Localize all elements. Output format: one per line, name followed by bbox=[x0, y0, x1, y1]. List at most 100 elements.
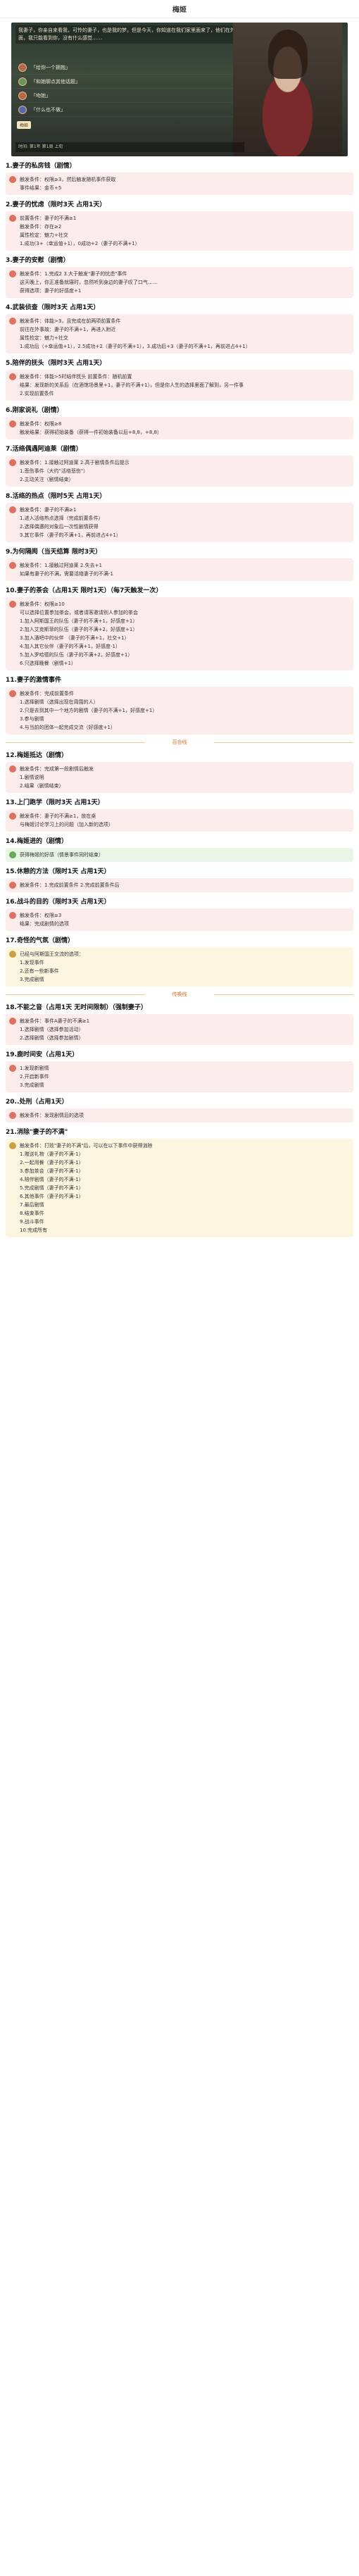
page: 梅姬 我妻子，你亲自来看我，可怜的妻子，也是我的梦。但是今天，你知道在我们家里面… bbox=[0, 0, 359, 2576]
section-heading: 10.妻子的茶会（占用1天 限时1天）（每7天触发一次） bbox=[6, 587, 163, 594]
section-heading: 21.消除"妻子的不满" bbox=[6, 1129, 68, 1136]
portrait-hair bbox=[268, 30, 308, 79]
bullet-icon bbox=[9, 1112, 16, 1119]
info-line: 结果：完成剧情的选项 bbox=[20, 921, 69, 927]
character-portrait bbox=[233, 23, 342, 156]
section-heading: 7.活络偶遇阿迪莱（剧情） bbox=[6, 446, 82, 453]
info-line: 6.其他事件（妻子的不满-1） bbox=[20, 1194, 84, 1199]
info-line: 触发条件：妻子的不满≥1，放在桌 bbox=[20, 813, 96, 819]
info-line: 触发结果：获得初始装备（获得一件初始装备以后+8,8，+8,8） bbox=[20, 430, 162, 435]
section-heading: 17.奇怪的气氛（剧情） bbox=[6, 937, 74, 944]
page-title: 梅姬 bbox=[0, 0, 359, 18]
info-line: 2.实现前置条件 bbox=[20, 391, 54, 396]
info-line: 触发条件：权限≥3，然后触发随机事件获取 bbox=[20, 177, 116, 182]
info-line: 属性检定：魅力+社交 bbox=[20, 232, 68, 238]
dialog-option[interactable]: 「吻她」 bbox=[15, 89, 244, 103]
section-group-2: 12.梅姬抵达（剧情） 触发条件：完成第一段剧情后触发 1.剧情说明 2.结果（剧情结… bbox=[0, 750, 359, 987]
info-line: 触发条件：1.接触过阿迪莱 2.失去+1 bbox=[20, 563, 102, 568]
info-box: 触发条件：1.完成前置条件 2.完成前置条件后 bbox=[6, 878, 353, 892]
info-line: 2.选择剧情（选择参加剧情） bbox=[20, 1035, 84, 1041]
section-group-3: 18.不能之音（占用1天 无时间限制）（强制妻子） 触发条件：事件A妻子的不满≥1… bbox=[0, 1002, 359, 1237]
option-icon bbox=[18, 91, 27, 100]
info-line: 3.参加茶会（妻子的不满-1） bbox=[20, 1168, 84, 1174]
bullet-icon bbox=[9, 851, 16, 858]
option-label: 「和她聊点其他话题」 bbox=[31, 78, 80, 85]
bullet-icon bbox=[9, 373, 16, 380]
info-line: 3.完成剧情 bbox=[20, 1082, 44, 1088]
info-line: 触发条件：事件A妻子的不满≥1 bbox=[20, 1018, 90, 1024]
option-label: 「给你一个拥抱」 bbox=[31, 64, 70, 70]
info-line: 前置条件：妻子的不满≥1 bbox=[20, 215, 77, 221]
info-box: 触发条件：权限≥3 结果：完成剧情的选项 bbox=[6, 908, 353, 931]
info-box: 触发条件：完成前置条件 1.选择剧情（选择出现在周围的人） 2.只是去到其中一个地方… bbox=[6, 687, 353, 734]
info-line: 7.最后剧情 bbox=[20, 1202, 44, 1208]
dialog-option[interactable]: 「和她聊点其他话题」 bbox=[15, 75, 244, 89]
info-line: 10.完成所有 bbox=[20, 1227, 48, 1233]
info-line: 与梅姬讨论学习上的问题（加入新的选项） bbox=[20, 822, 113, 827]
info-line: 2.只是去到其中一个地方的剧情（妻子的不满+1，好感度+1） bbox=[20, 708, 158, 713]
bullet-icon bbox=[9, 215, 16, 222]
info-line: 1.加入阿斯国王的队伍（妻子的不满+1，好感度+1） bbox=[20, 618, 138, 624]
info-line: 6.只选择晚餐（剧情+1） bbox=[20, 661, 76, 666]
route-divider: 百合线 bbox=[6, 739, 353, 746]
section-heading: 18.不能之音（占用1天 无时间限制）（强制妻子） bbox=[6, 1004, 147, 1011]
info-line: 获得梅姬的好感（情景事件同时结束） bbox=[20, 852, 103, 858]
game-screenshot: 我妻子，你亲自来看我，可怜的妻子，也是我的梦。但是今天，你知道在我们家里面来了，… bbox=[11, 23, 348, 156]
info-line: 1.悲伤事件（大约"活络悲伤"） bbox=[20, 468, 89, 474]
info-line: 触发条件：妻子的不满≥1 bbox=[20, 507, 77, 513]
option-icon bbox=[18, 105, 27, 114]
section-heading: 5.陪伴的抚头（限时3天 占用1天） bbox=[6, 360, 106, 367]
option-label: 「什么也不做」 bbox=[31, 106, 65, 113]
status-bar: 时间: 第1年 第1周 上旬 bbox=[15, 142, 244, 152]
info-line: 触发条件：1.完成前置条件 2.完成前置条件后 bbox=[20, 882, 120, 888]
bullet-icon bbox=[9, 912, 16, 919]
info-line: 触发条件：体能>3，且完成在前两项前置条件 bbox=[20, 318, 121, 324]
info-line: 5.加入罗哈德的队伍（妻子的不满+2，好感度+1） bbox=[20, 652, 133, 658]
bullet-icon bbox=[9, 1142, 16, 1149]
section-heading: 16.战斗的目的（限时3天 占用1天） bbox=[6, 899, 111, 906]
info-line: 1.选择剧情（选择出现在周围的人） bbox=[20, 699, 99, 705]
bullet-icon bbox=[9, 270, 16, 277]
info-line: 5.完成剧情（妻子的不满-1） bbox=[20, 1185, 84, 1191]
bullet-icon bbox=[9, 420, 16, 427]
section-heading: 9.为何隔阂（当天结算 限时3天） bbox=[6, 549, 102, 556]
info-box: 触发条件：打败"妻子的不满"后，可以在以下事件中获得消除 1.赠送礼物（妻子的不满… bbox=[6, 1139, 353, 1237]
info-line: 触发条件：权限≥8 bbox=[20, 421, 62, 427]
info-line: 可以选择位置参加茶会，或者请客邀请别人参加的茶会 bbox=[20, 610, 138, 615]
bullet-icon bbox=[9, 459, 16, 466]
info-line: 触发条件：权限≥3 bbox=[20, 913, 62, 918]
info-line: 4.陪伴剧情（妻子的不满-1） bbox=[20, 1177, 84, 1182]
bullet-icon bbox=[9, 506, 16, 513]
info-box: 触发条件：权限≥8 触发结果：获得初始装备（获得一件初始装备以后+8,8，+8,8… bbox=[6, 417, 353, 439]
info-line: 9.战斗事件 bbox=[20, 1219, 44, 1225]
info-line: 2.主动关注（剧情结束） bbox=[20, 477, 74, 482]
dialog-option[interactable]: 「什么也不做」 bbox=[15, 103, 244, 117]
info-line: 3.参与剧情 bbox=[20, 716, 44, 722]
info-line: 2.加入艾克斯菲的队伍（妻子的不满+2，好感度+1） bbox=[20, 627, 138, 632]
speaker-tag: 梅姬 bbox=[17, 121, 32, 129]
info-box: 触发条件：权限≥3，然后触发随机事件获取 事件结果：金币+5 bbox=[6, 173, 353, 195]
info-line: 3.加入酒吧中的伙伴 （妻子的不满+1，社交+1） bbox=[20, 635, 130, 641]
section-heading: 2.妻子的忧虑（限时3天 占用1天） bbox=[6, 201, 106, 208]
section-heading: 13.上门跑学（限时3天 占用1天） bbox=[6, 799, 104, 806]
info-box: 触发条件：妻子的不满≥1 1.进入活络热点选择（完成前置条件） 2.选择偶遇的对象后… bbox=[6, 503, 353, 542]
dialog-text: 我妻子，你亲自来看我，可怜的妻子，也是我的梦。但是今天，你知道在我们家里面来了，… bbox=[15, 25, 244, 44]
info-line: 属性检定：魅力+社交 bbox=[20, 335, 68, 341]
info-line: 触发条件：打败"妻子的不满"后，可以在以下事件中获得消除 bbox=[20, 1143, 153, 1149]
info-box: 已经与阿斯国王交流的选项： 1.发现事件 2.还有一些新事件 3.完成剧情 bbox=[6, 947, 353, 987]
section-heading: 4.武装侦查（限时3天 占用1天） bbox=[6, 304, 100, 311]
bullet-icon bbox=[9, 1018, 16, 1025]
bullet-icon bbox=[9, 176, 16, 183]
info-box: 前置条件：妻子的不满≥1 触发条件：存在≥2 属性检定：魅力+社交 1.成功(3+（幸… bbox=[6, 211, 353, 251]
info-line: 触发条件：完成前置条件 bbox=[20, 691, 74, 696]
info-line: 2.结果（剧情结束） bbox=[20, 783, 64, 789]
info-line: 3.完成剧情 bbox=[20, 977, 44, 982]
section-heading: 11.妻子的激情事件 bbox=[6, 677, 61, 684]
section-heading: 8.活络的热点（限时5天 占用1天） bbox=[6, 493, 106, 500]
bullet-icon bbox=[9, 951, 16, 958]
info-box: 获得梅姬的好感（情景事件同时结束） bbox=[6, 848, 353, 862]
dialog-option[interactable]: 「给你一个拥抱」 bbox=[15, 61, 244, 75]
info-line: 这天晚上，你正准备就寝时，忽然听到身边的妻子叹了口气…… bbox=[20, 280, 158, 285]
info-line: 触发条件：1.完成2 3.大于触发"妻子的忧虑"事件 bbox=[20, 271, 127, 277]
info-line: 触发条件：存在≥2 bbox=[20, 224, 62, 230]
